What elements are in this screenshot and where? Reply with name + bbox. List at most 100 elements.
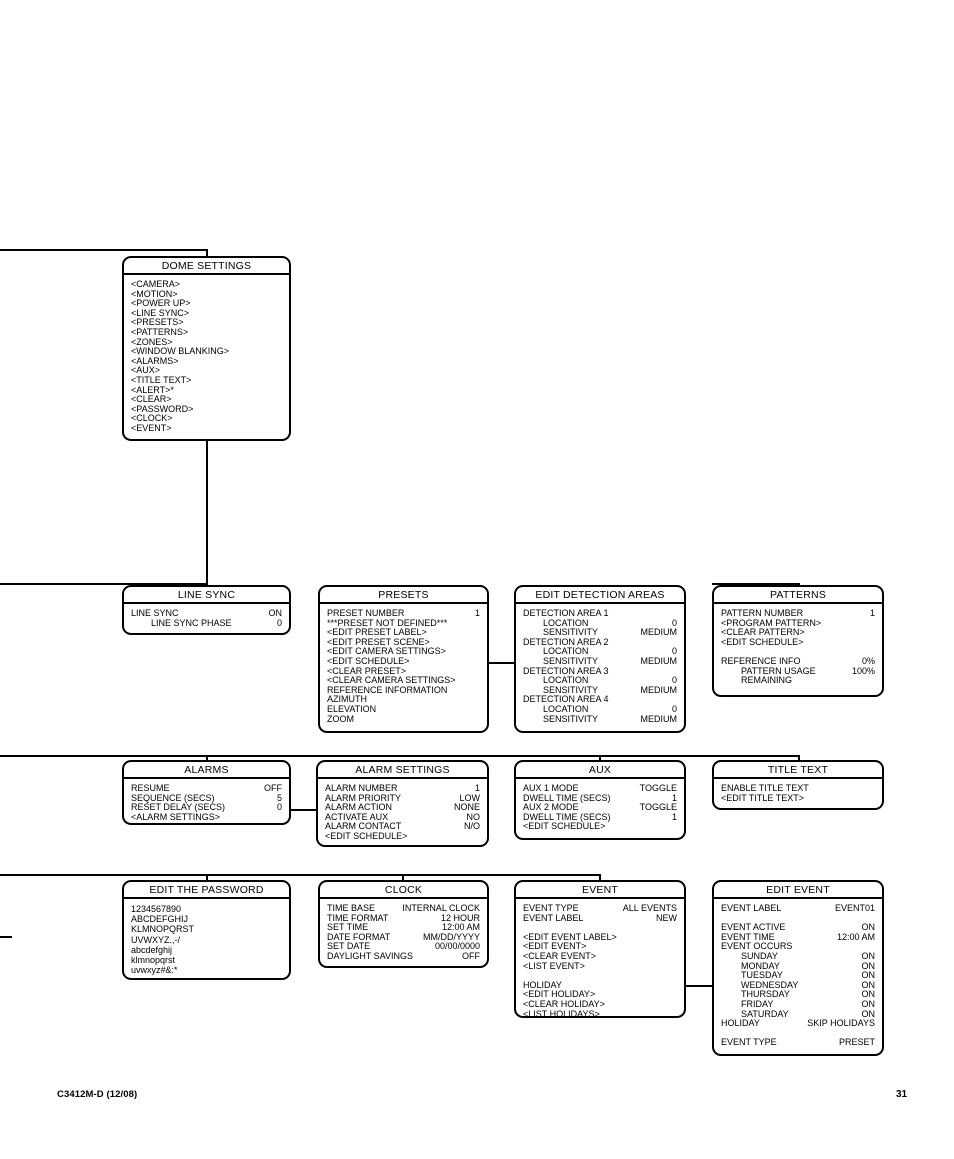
box-body-alarm-settings: ALARM NUMBER 1 ALARM PRIORITY LOW ALARM ACTI…: [318, 779, 487, 845]
menu-row[interactable]: <ALARM SETTINGS>: [131, 811, 282, 823]
box-body-event: EVENT TYPE ALL EVENTS EVENT LABEL NEW <EDIT …: [516, 899, 684, 1018]
menu-row-value: EVENT01: [834, 903, 875, 913]
box-title-dome-settings: DOME SETTINGS: [124, 258, 289, 275]
menu-row-value: 1: [474, 608, 480, 618]
box-patterns[interactable]: PATTERNS PATTERN NUMBER 1 <PROGRAM PATTERN…: [712, 585, 884, 697]
box-title-edit-the-password: EDIT THE PASSWORD: [124, 882, 289, 899]
menu-row-value: MEDIUM: [640, 684, 678, 695]
box-title-alarms: ALARMS: [124, 762, 289, 779]
menu-row-label: <EDIT SCHEDULE>: [325, 830, 408, 841]
menu-row-value: 0: [276, 617, 282, 628]
box-title-line-sync: LINE SYNC: [124, 587, 289, 604]
menu-row-value: TOGGLE: [639, 783, 677, 793]
menu-row[interactable]: <EDIT SCHEDULE>: [325, 830, 480, 842]
box-body-line-sync: LINE SYNC ON LINE SYNC PHASE 0: [124, 604, 289, 633]
menu-row[interactable]: EVENT LABEL NEW: [523, 912, 677, 924]
box-edit-event[interactable]: EDIT EVENT EVENT LABEL EVENT01 EVENT ACTIV…: [712, 880, 884, 1056]
box-presets[interactable]: PRESETS PRESET NUMBER 1 ***PRESET NOT DEFI…: [318, 585, 489, 733]
menu-row[interactable]: ZOOM: [327, 714, 480, 725]
password-charset-line: ABCDEFGHIJ: [131, 914, 189, 925]
password-charset-line: KLMNOPQRST: [131, 924, 195, 935]
connector-presets-to-detection: [489, 662, 515, 664]
menu-row-value: 1: [869, 608, 875, 618]
menu-row-label: HOLIDAY: [721, 1018, 760, 1029]
menu-row[interactable]: DAYLIGHT SAVINGS OFF: [327, 950, 480, 962]
password-charset-line: uvwxyz#&:*: [131, 965, 178, 976]
menu-row-value: OFF: [462, 950, 480, 961]
box-event[interactable]: EVENT EVENT TYPE ALL EVENTS EVENT LABEL NEW…: [514, 880, 686, 1018]
menu-row-value: PRESET: [838, 1037, 875, 1048]
menu-row-value: 100%: [851, 665, 875, 676]
box-title-alarm-settings: ALARM SETTINGS: [318, 762, 487, 779]
menu-row-value: 0: [276, 802, 282, 813]
menu-row-label: <EDIT SCHEDULE>: [721, 636, 804, 647]
menu-row[interactable]: <LIST HOLIDAYS>: [523, 1008, 677, 1018]
box-body-title-text: ENABLE TITLE TEXT <EDIT TITLE TEXT>: [714, 779, 882, 808]
menu-row-label: SENSITIVITY: [543, 713, 599, 724]
box-body-patterns: PATTERN NUMBER 1 <PROGRAM PATTERN> <CLEAR P…: [714, 604, 882, 692]
password-charset-line: klmnopqrst: [131, 955, 176, 966]
box-body-presets: PRESET NUMBER 1 ***PRESET NOT DEFINED*** <E…: [320, 604, 487, 730]
menu-row-label: <EDIT SCHEDULE>: [523, 821, 606, 832]
box-title-patterns: PATTERNS: [714, 587, 882, 604]
box-clock[interactable]: CLOCK TIME BASE INTERNAL CLOCK TIME FORMAT…: [318, 880, 489, 968]
menu-row-label: EVENT LABEL: [721, 903, 782, 913]
menu-row-label: <LIST EVENT>: [523, 960, 585, 971]
menu-row[interactable]: EVENT TYPE PRESET: [721, 1038, 875, 1048]
box-body-dome-settings: <CAMERA> <MOTION> <POWER UP> <LINE SYNC>…: [124, 275, 289, 439]
menu-row[interactable]: <EDIT SCHEDULE>: [523, 822, 677, 832]
menu-row-value: MEDIUM: [640, 713, 678, 724]
menu-row[interactable]: REMAINING: [721, 676, 875, 686]
box-body-edit-detection-areas: DETECTION AREA 1 LOCATION 0 SENSITIVITY MEDI…: [516, 604, 684, 730]
box-body-edit-event: EVENT LABEL EVENT01 EVENT ACTIVE ON EVENT TI…: [714, 899, 882, 1054]
connector-trunk-dome: [0, 249, 208, 251]
box-title-title-text: TITLE TEXT: [714, 762, 882, 779]
menu-row-label: <ALARM SETTINGS>: [131, 811, 221, 822]
footer-page-number: 31: [896, 1089, 908, 1100]
menu-row-value: 12:00 AM: [836, 931, 875, 942]
box-alarm-settings[interactable]: ALARM SETTINGS ALARM NUMBER 1 ALARM PRIORI…: [316, 760, 489, 847]
box-title-clock: CLOCK: [320, 882, 487, 899]
box-body-alarms: RESUME OFF SEQUENCE (SECS) 5 RESET DELAY (SE…: [124, 779, 289, 823]
menu-row-label: EVENT TYPE: [721, 1037, 777, 1048]
connector-trunk-row4: [0, 936, 12, 938]
menu-tree-diagram-page: DOME SETTINGS <CAMERA> <MOTION> <POWER U…: [0, 0, 954, 1159]
password-charset-line: 1234567890: [131, 904, 182, 914]
box-title-edit-event: EDIT EVENT: [714, 882, 882, 899]
menu-item[interactable]: <EVENT>: [131, 423, 282, 434]
menu-row-value: 1: [671, 811, 677, 822]
connector-trunk-row4b: [0, 874, 208, 876]
box-edit-the-password[interactable]: EDIT THE PASSWORD 1234567890 ABCDEFGHIJ …: [122, 880, 291, 980]
connector-event-to-edit-event: [686, 985, 713, 987]
box-title-presets: PRESETS: [320, 587, 487, 604]
box-edit-detection-areas[interactable]: EDIT DETECTION AREAS DETECTION AREA 1 LOC…: [514, 585, 686, 733]
menu-row[interactable]: HOLIDAY SKIP HOLIDAYS: [721, 1019, 875, 1029]
menu-row-value: NEW: [656, 912, 677, 923]
menu-row-value: SKIP HOLIDAYS: [807, 1018, 875, 1029]
connector-trunk-row4c: [206, 874, 404, 876]
menu-row[interactable]: <LIST EVENT>: [523, 960, 677, 972]
box-title-text[interactable]: TITLE TEXT ENABLE TITLE TEXT <EDIT TITLE …: [712, 760, 884, 810]
connector-trunk-row3: [0, 755, 800, 757]
footer-document-id: C3412M-D (12/08): [57, 1089, 138, 1100]
menu-row[interactable]: EVENT LABEL EVENT01: [721, 903, 875, 914]
menu-row-label: <LIST HOLIDAYS>: [523, 1008, 600, 1018]
menu-row[interactable]: <EDIT TITLE TEXT>: [721, 793, 875, 804]
menu-row[interactable]: LINE SYNC PHASE 0: [131, 617, 282, 629]
box-line-sync[interactable]: LINE SYNC LINE SYNC ON LINE SYNC PHASE 0: [122, 585, 291, 635]
menu-row[interactable]: <EDIT SCHEDULE>: [721, 636, 875, 648]
menu-row-value: MEDIUM: [640, 655, 678, 666]
box-title-aux: AUX: [516, 762, 684, 779]
menu-row[interactable]: SENSITIVITY MEDIUM: [523, 713, 678, 725]
menu-row-label: REMAINING: [741, 675, 793, 686]
box-alarms[interactable]: ALARMS RESUME OFF SEQUENCE (SECS) 5 RESET DE…: [122, 760, 291, 825]
menu-row-label: LINE SYNC PHASE: [151, 617, 232, 628]
password-charset-line: abcdefghij: [131, 944, 173, 955]
menu-row-label: DAYLIGHT SAVINGS: [327, 950, 414, 961]
menu-row-value: TOGGLE: [639, 802, 677, 813]
box-aux[interactable]: AUX AUX 1 MODE TOGGLE DWELL TIME (SECS) 1 AU…: [514, 760, 686, 840]
menu-row-value: MEDIUM: [640, 627, 678, 638]
box-dome-settings[interactable]: DOME SETTINGS <CAMERA> <MOTION> <POWER U…: [122, 256, 291, 441]
box-title-event: EVENT: [516, 882, 684, 899]
box-title-edit-detection-areas: EDIT DETECTION AREAS: [516, 587, 684, 604]
